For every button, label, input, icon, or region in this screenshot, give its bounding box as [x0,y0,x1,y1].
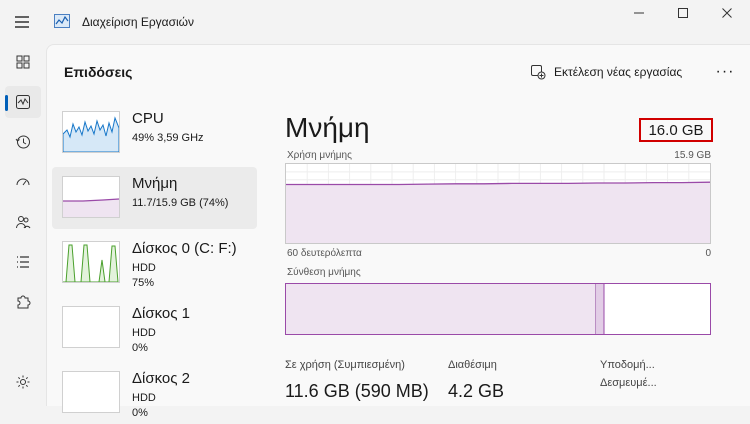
nav-startup-apps[interactable] [5,166,41,198]
users-icon [16,216,31,229]
perf-item-usage: 49% 3,59 GHz [132,132,204,144]
perf-item-name: Δίσκος 0 (C: F:) [132,240,237,257]
perf-item-usage: 11.7/15.9 GB (74%) [132,197,229,209]
close-icon [722,8,732,18]
perf-item-name: Δίσκος 2 [132,370,191,387]
perf-item-memory[interactable]: Μνήμη 11.7/15.9 GB (74%) [52,167,257,229]
composition-modified [595,284,604,334]
in-use-value: 11.6 GB (590 MB) [285,381,429,401]
memory-detail-panel: Μνήμη 16.0 GB Χρήση μνήμης 15.9 GB 60 δε… [285,102,745,407]
disk0-thumbnail-graph [62,241,120,283]
perf-item-usage: 0% [132,407,148,419]
memory-thumbnail-graph [62,176,120,218]
nav-details[interactable] [5,246,41,278]
maximize-icon [678,8,688,18]
hamburger-menu-icon[interactable] [12,12,32,32]
memory-usage-plot [286,164,711,243]
perf-item-disk-2[interactable]: Δίσκος 2 HDD 0% [52,362,257,424]
task-manager-app-icon [54,14,70,28]
perf-item-disk-0[interactable]: Δίσκος 0 (C: F:) HDD 75% [52,232,257,294]
memory-usage-graph [285,163,711,244]
run-new-task-button[interactable]: Εκτέλεση νέας εργασίας [530,61,682,83]
title-bar: Διαχείριση Εργασιών [0,0,750,44]
minimize-button[interactable] [616,4,662,22]
nav-performance[interactable] [5,86,41,118]
structure-label: Υποδομή... [600,359,655,371]
disk2-thumbnail-graph [62,371,120,413]
memory-usage-label: Χρήση μνήμης [287,150,352,161]
memory-composition-bar [285,283,711,335]
perf-item-disk-1[interactable]: Δίσκος 1 HDD 0% [52,297,257,359]
perf-item-name: Μνήμη [132,175,178,192]
run-task-icon [531,65,546,80]
cpu-thumbnail-graph [62,111,120,153]
nav-processes[interactable] [5,46,41,78]
performance-list: CPU 49% 3,59 GHz Μνήμη 11.7/15.9 GB (74%… [52,102,257,419]
in-use-label: Σε χρήση (Συμπιεσμένη) [285,359,405,371]
reserved-label: Δεσμευμέ... [600,377,657,389]
history-icon [15,135,30,149]
nav-services[interactable] [5,286,41,318]
active-indicator [5,95,8,111]
performance-icon [16,95,30,109]
more-options-button[interactable]: ··· [713,61,737,83]
maximize-button[interactable] [660,4,706,22]
memory-usage-area [286,182,710,243]
page-title: Επιδόσεις [64,64,133,80]
details-list-icon [17,256,29,268]
detail-title: Μνήμη [285,112,370,143]
perf-item-name: CPU [132,110,164,127]
perf-item-type: HDD [132,262,156,274]
perf-item-type: HDD [132,327,156,339]
processes-icon [16,55,30,69]
memory-composition-label: Σύνθεση μνήμης [287,267,361,278]
close-button[interactable] [704,4,750,22]
time-axis-right: 0 [705,248,711,259]
available-value: 4.2 GB [448,381,505,401]
composition-in-use [286,284,596,334]
disk1-thumbnail-graph [62,306,120,348]
perf-item-usage: 75% [132,277,155,289]
perf-item-type: HDD [132,392,156,404]
memory-usage-max: 15.9 GB [674,150,711,161]
nav-app-history[interactable] [5,126,41,158]
available-label: Διαθέσιμη [448,359,497,371]
nav-users[interactable] [5,206,41,238]
time-axis-left: 60 δευτερόλεπτα [287,248,362,259]
services-puzzle-icon [17,295,31,309]
navigation-sidebar [0,44,46,406]
run-new-task-label: Εκτέλεση νέας εργασίας [554,65,683,79]
gear-icon [16,375,30,389]
speedometer-icon [16,178,30,186]
perf-item-cpu[interactable]: CPU 49% 3,59 GHz [52,102,257,164]
perf-item-name: Δίσκος 1 [132,305,191,322]
minimize-icon [634,12,644,14]
memory-composition-plot [286,284,605,334]
window-title: Διαχείριση Εργασιών [82,15,195,29]
nav-settings[interactable] [5,366,41,398]
perf-item-usage: 0% [132,342,148,354]
total-memory-value: 16.0 GB [639,118,713,142]
content-area: Επιδόσεις Εκτέλεση νέας εργασίας ··· CPU… [46,44,750,419]
